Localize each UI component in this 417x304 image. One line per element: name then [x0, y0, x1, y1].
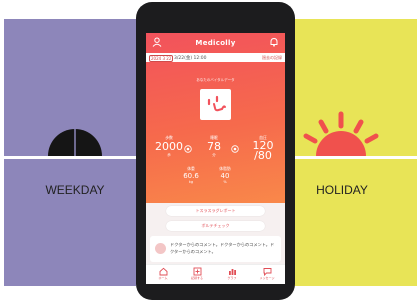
sleep-value: 78 [207, 140, 221, 153]
doctor-comment-card[interactable]: ドクターからのコメント。ドクターからのコメント。ドクターからのコメント。 [150, 236, 281, 262]
moon-icon [48, 129, 102, 156]
home-icon [159, 267, 167, 276]
heart-icon [184, 145, 192, 153]
steps-stat: 歩数 2000 歩 [151, 135, 187, 158]
blood-pressure-stat: 血圧 120 /80 [243, 135, 283, 161]
body-fat-value: 40 [220, 172, 230, 180]
app-header: Medicolly [146, 33, 285, 53]
body-fat-unit: % [223, 180, 227, 184]
pulse-icon [231, 145, 239, 153]
bar-chart-icon [228, 269, 236, 275]
sun-icon [303, 111, 379, 156]
report-button[interactable]: トスラスラグレポート [166, 206, 265, 216]
weekday-illustration [4, 19, 136, 156]
record-icon [193, 267, 201, 276]
tab-graph-label: グラフ [227, 276, 237, 280]
bottom-tab-bar: ホーム 記録する グラフ メッセージ [146, 264, 285, 284]
tab-record[interactable]: 記録する [183, 267, 211, 280]
phone-notch [188, 4, 242, 12]
doctor-avatar [155, 243, 166, 254]
vitals-caption: あなたのバイタルデータ [196, 78, 235, 82]
sleep-unit: 分 [212, 153, 216, 157]
tab-home[interactable]: ホーム [149, 267, 177, 280]
message-icon [263, 268, 271, 276]
weekday-card: WEEKDAY [4, 159, 136, 286]
date-row: 2024 3 22 3/22(金) 12:00 過去の記録 [146, 53, 285, 62]
sleep-stat: 睡眠 78 分 [196, 135, 232, 158]
weight-unit: kg [188, 180, 194, 184]
weight-value: 60.6 [183, 172, 199, 180]
doctor-comment-text: ドクターからのコメント。ドクターからのコメント。ドクターからのコメント。 [170, 242, 275, 254]
steps-value: 2000 [155, 140, 183, 153]
current-date: 3/22(金) 12:00 [174, 55, 207, 61]
bell-icon[interactable] [269, 37, 279, 47]
smiley-face-icon [200, 89, 231, 120]
tab-message[interactable]: メッセージ [253, 267, 281, 280]
vitals-hero: Medicolly 2024 3 22 3/22(金) 12:00 過去の記録 … [146, 33, 285, 203]
app-title: Medicolly [195, 39, 236, 47]
tab-record-label: 記録する [190, 276, 203, 280]
date-badge: 2024 3 22 [149, 54, 174, 62]
tab-home-label: ホーム [158, 276, 168, 280]
holiday-label: HOLIDAY [316, 183, 368, 197]
holiday-illustration [287, 19, 417, 156]
tab-message-label: メッセージ [259, 276, 275, 280]
holiday-card: HOLIDAY [287, 159, 417, 286]
phone-mockup: Medicolly 2024 3 22 3/22(金) 12:00 過去の記録 … [136, 2, 295, 300]
history-link[interactable]: 過去の記録 [262, 55, 282, 61]
steps-unit: 歩 [167, 153, 171, 157]
blood-pressure-value: 120 /80 [252, 139, 274, 162]
check-button[interactable]: ボルテチェック [166, 221, 265, 231]
body-fat-stat: 体脂肪 40 % [210, 166, 240, 184]
weekday-label: WEEKDAY [45, 183, 105, 197]
tab-graph[interactable]: グラフ [218, 267, 246, 280]
app-screen: Medicolly 2024 3 22 3/22(金) 12:00 過去の記録 … [146, 33, 285, 284]
weight-stat: 体重 60.6 kg [176, 166, 206, 184]
